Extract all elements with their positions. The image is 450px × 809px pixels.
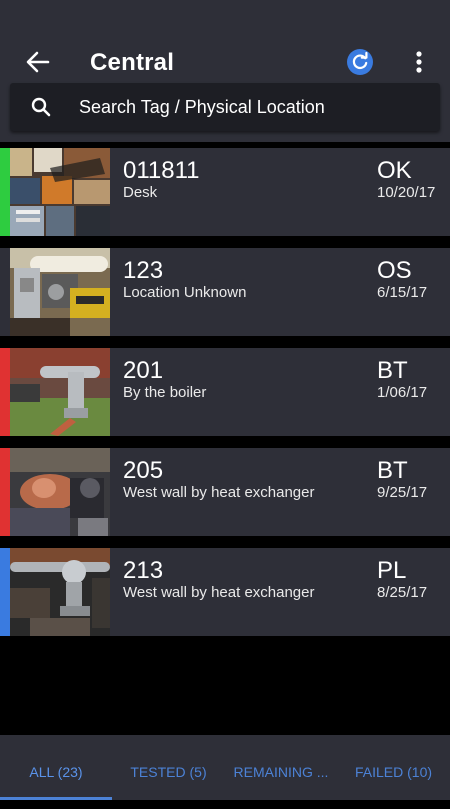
- more-vert-icon: [416, 51, 422, 73]
- status-stripe: [0, 148, 10, 236]
- equipment-thumbnail: [10, 248, 110, 336]
- refresh-button[interactable]: [347, 49, 373, 75]
- status-stripe: [0, 548, 10, 636]
- equipment-location: By the boiler: [123, 384, 207, 401]
- search-input[interactable]: Search Tag / Physical Location: [79, 97, 325, 118]
- list-item[interactable]: 201 By the boiler BT 1/06/17: [0, 348, 450, 436]
- back-arrow-icon: [26, 51, 50, 73]
- test-date: 6/15/17: [377, 284, 428, 301]
- equipment-tag: 123: [123, 257, 164, 284]
- list-item[interactable]: 011811 Desk OK 10/20/17: [0, 148, 450, 236]
- tab-all[interactable]: ALL (23): [0, 735, 112, 800]
- equipment-tag: 201: [123, 357, 164, 384]
- equipment-thumbnail: [10, 448, 110, 536]
- equipment-location: West wall by heat exchanger: [123, 484, 315, 501]
- tab-tested[interactable]: TESTED (5): [112, 735, 225, 800]
- back-button[interactable]: [22, 48, 54, 76]
- refresh-icon: [352, 51, 368, 70]
- equipment-thumbnail: [10, 548, 110, 636]
- page-title: Central: [90, 49, 175, 76]
- test-date: 8/25/17: [377, 584, 428, 601]
- equipment-location: Desk: [123, 184, 158, 201]
- status-code: PL: [377, 557, 407, 584]
- app-bar: Central Search Tag / Physical Location: [0, 0, 450, 142]
- status-stripe: [0, 248, 10, 336]
- status-stripe: [0, 348, 10, 436]
- equipment-thumbnail: [10, 148, 110, 236]
- test-date: 1/06/17: [377, 384, 428, 401]
- tab-remaining[interactable]: REMAINING ...: [225, 735, 337, 800]
- tab-failed[interactable]: FAILED (10): [337, 735, 450, 800]
- equipment-tag: 205: [123, 457, 164, 484]
- equipment-thumbnail: [10, 348, 110, 436]
- more-options-button[interactable]: [408, 48, 430, 76]
- list-item[interactable]: 123 Location Unknown OS 6/15/17: [0, 248, 450, 336]
- test-date: 10/20/17: [377, 184, 436, 201]
- equipment-location: Location Unknown: [123, 284, 247, 301]
- equipment-location: West wall by heat exchanger: [123, 584, 315, 601]
- list-item[interactable]: 205 West wall by heat exchanger BT 9/25/…: [0, 448, 450, 536]
- search-icon: [31, 97, 51, 117]
- status-code: BT: [377, 457, 408, 484]
- list-item[interactable]: 213 West wall by heat exchanger PL 8/25/…: [0, 548, 450, 636]
- equipment-tag: 011811: [123, 157, 200, 184]
- status-code: OS: [377, 257, 412, 284]
- status-stripe: [0, 448, 10, 536]
- status-code: OK: [377, 157, 412, 184]
- status-code: BT: [377, 357, 408, 384]
- search-bar[interactable]: Search Tag / Physical Location: [10, 83, 440, 131]
- filter-tab-bar: ALL (23) TESTED (5) REMAINING ... FAILED…: [0, 735, 450, 800]
- test-date: 9/25/17: [377, 484, 428, 501]
- equipment-tag: 213: [123, 557, 164, 584]
